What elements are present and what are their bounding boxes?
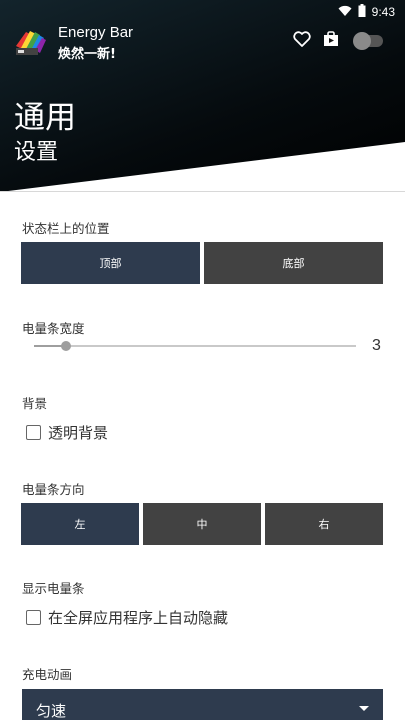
- position-selector: 顶部 底部: [21, 242, 383, 284]
- charging-animation-value: 匀速: [36, 702, 67, 720]
- width-value: 3: [372, 337, 381, 354]
- direction-left-button[interactable]: 左: [21, 503, 139, 545]
- charging-animation-label: 充电动画: [22, 667, 73, 682]
- status-time: 9:43: [371, 5, 395, 19]
- display-label: 显示电量条: [22, 581, 85, 596]
- header: 9:43 Energy Bar 焕然一新! 通用 设置: [0, 0, 405, 192]
- wifi-icon: [338, 5, 352, 20]
- direction-right-button[interactable]: 右: [265, 503, 383, 545]
- app-title: Energy Bar: [58, 24, 134, 41]
- status-bar: 9:43: [0, 0, 405, 22]
- transparent-background-checkbox[interactable]: [26, 425, 41, 440]
- page-title: 通用: [14, 100, 76, 136]
- width-slider[interactable]: [34, 340, 356, 352]
- battery-icon: [358, 4, 366, 20]
- transparent-background-label: 透明背景: [48, 424, 109, 442]
- master-toggle[interactable]: [353, 32, 383, 50]
- position-top-button[interactable]: 顶部: [21, 242, 200, 284]
- dropdown-arrow-icon: [359, 706, 369, 711]
- position-label: 状态栏上的位置: [22, 221, 110, 236]
- toggle-thumb: [353, 32, 371, 50]
- app-subtitle: 焕然一新!: [58, 47, 116, 62]
- header-divider: [0, 191, 405, 192]
- app-logo-icon: [14, 26, 48, 58]
- slider-track: [34, 345, 356, 347]
- transparent-background-option[interactable]: 透明背景: [26, 422, 108, 443]
- width-label: 电量条宽度: [22, 321, 85, 336]
- auto-hide-fullscreen-label: 在全屏应用程序上自动隐藏: [48, 609, 229, 627]
- app-bar: Energy Bar 焕然一新!: [0, 22, 405, 62]
- direction-center-button[interactable]: 中: [143, 503, 261, 545]
- shop-bag-icon[interactable]: [323, 31, 339, 51]
- direction-selector: 左 中 右: [21, 503, 383, 545]
- auto-hide-fullscreen-checkbox[interactable]: [26, 610, 41, 625]
- auto-hide-fullscreen-option[interactable]: 在全屏应用程序上自动隐藏: [26, 607, 228, 628]
- direction-label: 电量条方向: [22, 482, 85, 497]
- position-bottom-button[interactable]: 底部: [204, 242, 383, 284]
- slider-thumb[interactable]: [61, 341, 71, 351]
- heart-icon[interactable]: [293, 31, 311, 51]
- charging-animation-dropdown[interactable]: 匀速: [22, 689, 383, 720]
- page-subtitle: 设置: [14, 140, 59, 165]
- background-label: 背景: [22, 396, 48, 411]
